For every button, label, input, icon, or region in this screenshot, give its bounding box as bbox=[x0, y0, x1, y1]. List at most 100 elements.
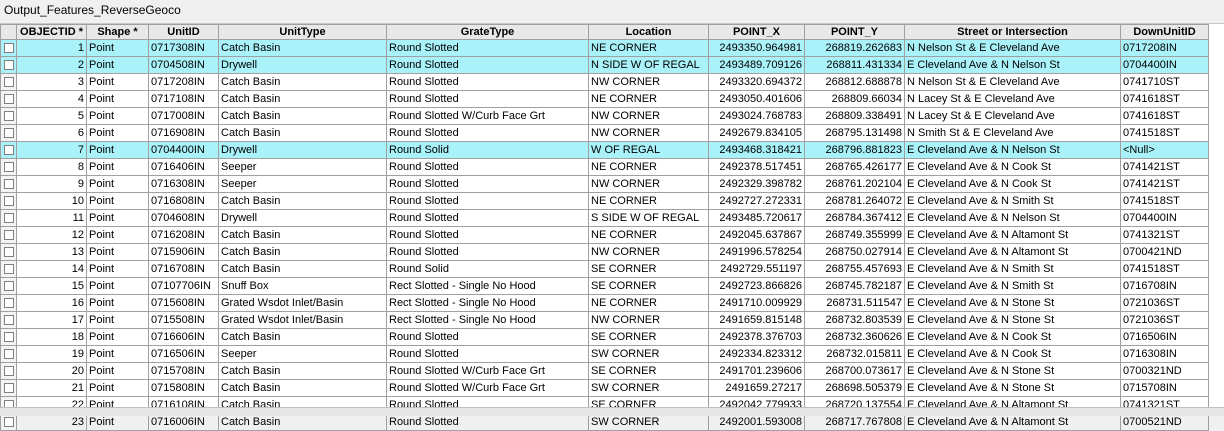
cell-objectid[interactable]: 19 bbox=[16, 345, 87, 363]
table-row[interactable]: 23 Point 0716006IN Catch Basin Round Slotted… bbox=[0, 413, 1209, 431]
cell-down-unitid[interactable]: <Null> bbox=[1120, 141, 1209, 159]
row-selector[interactable] bbox=[0, 311, 17, 329]
cell-objectid[interactable]: 7 bbox=[16, 141, 87, 159]
table-row[interactable]: 1 Point 0717308IN Catch Basin Round Slotted N… bbox=[0, 39, 1209, 57]
cell-point-x[interactable]: 2493350.964981 bbox=[708, 39, 805, 57]
cell-unitid[interactable]: 0716606IN bbox=[148, 328, 219, 346]
table-row[interactable]: 21 Point 0715808IN Catch Basin Round Slotted… bbox=[0, 379, 1209, 397]
cell-objectid[interactable]: 4 bbox=[16, 90, 87, 108]
cell-unitid[interactable]: 0715808IN bbox=[148, 379, 219, 397]
table-row[interactable]: 4 Point 0717108IN Catch Basin Round Slotted N… bbox=[0, 90, 1209, 108]
cell-objectid[interactable]: 23 bbox=[16, 413, 87, 431]
cell-gratetype[interactable]: Round Slotted bbox=[386, 56, 589, 74]
cell-street[interactable]: E Cleveland Ave & N Altamont St bbox=[904, 243, 1121, 261]
cell-unitid[interactable]: 0704400IN bbox=[148, 141, 219, 159]
cell-point-x[interactable]: 2492378.517451 bbox=[708, 158, 805, 176]
cell-point-y[interactable]: 268796.881823 bbox=[804, 141, 905, 159]
cell-shape[interactable]: Point bbox=[86, 379, 149, 397]
cell-point-y[interactable]: 268717.767808 bbox=[804, 413, 905, 431]
cell-shape[interactable]: Point bbox=[86, 56, 149, 74]
cell-location[interactable]: SE CORNER bbox=[588, 277, 709, 295]
cell-down-unitid[interactable]: 0704400IN bbox=[1120, 56, 1209, 74]
row-selector[interactable] bbox=[0, 56, 17, 74]
table-row[interactable]: 11 Point 0704608IN Drywell Round Slotted S SI… bbox=[0, 209, 1209, 227]
cell-gratetype[interactable]: Rect Slotted - Single No Hood bbox=[386, 311, 589, 329]
cell-gratetype[interactable]: Round Solid bbox=[386, 141, 589, 159]
row-selector[interactable] bbox=[0, 362, 17, 380]
cell-objectid[interactable]: 5 bbox=[16, 107, 87, 125]
cell-unitid[interactable]: 0715508IN bbox=[148, 311, 219, 329]
cell-objectid[interactable]: 3 bbox=[16, 73, 87, 91]
cell-down-unitid[interactable]: 0716308IN bbox=[1120, 345, 1209, 363]
row-selector-box[interactable] bbox=[3, 264, 14, 274]
cell-point-x[interactable]: 2492679.834105 bbox=[708, 124, 805, 142]
cell-shape[interactable]: Point bbox=[86, 277, 149, 295]
column-header[interactable]: UnitType bbox=[218, 24, 387, 40]
cell-shape[interactable]: Point bbox=[86, 413, 149, 431]
table-row[interactable]: 12 Point 0716208IN Catch Basin Round Slotted… bbox=[0, 226, 1209, 244]
table-row[interactable]: 8 Point 0716406IN Seeper Round Slotted NE COR… bbox=[0, 158, 1209, 176]
cell-location[interactable]: N SIDE W OF REGAL bbox=[588, 56, 709, 74]
cell-shape[interactable]: Point bbox=[86, 90, 149, 108]
cell-point-x[interactable]: 2493485.720617 bbox=[708, 209, 805, 227]
cell-unitid[interactable]: 0716308IN bbox=[148, 175, 219, 193]
row-selector-box[interactable] bbox=[3, 332, 14, 342]
cell-gratetype[interactable]: Round Solid bbox=[386, 260, 589, 278]
cell-street[interactable]: E Cleveland Ave & N Altamont St bbox=[904, 226, 1121, 244]
cell-shape[interactable]: Point bbox=[86, 107, 149, 125]
cell-unittype[interactable]: Seeper bbox=[218, 175, 387, 193]
cell-unittype[interactable]: Catch Basin bbox=[218, 107, 387, 125]
row-selector[interactable] bbox=[0, 39, 17, 57]
cell-down-unitid[interactable]: 0741421ST bbox=[1120, 158, 1209, 176]
cell-location[interactable]: NE CORNER bbox=[588, 39, 709, 57]
cell-location[interactable]: NW CORNER bbox=[588, 124, 709, 142]
column-header[interactable]: POINT_Y bbox=[804, 24, 905, 40]
cell-unitid[interactable]: 0715608IN bbox=[148, 294, 219, 312]
cell-point-y[interactable]: 268812.688878 bbox=[804, 73, 905, 91]
cell-point-x[interactable]: 2491710.009929 bbox=[708, 294, 805, 312]
table-row[interactable]: 6 Point 0716908IN Catch Basin Round Slotted N… bbox=[0, 124, 1209, 142]
cell-shape[interactable]: Point bbox=[86, 192, 149, 210]
row-selector-box[interactable] bbox=[3, 43, 14, 53]
cell-point-y[interactable]: 268809.66034 bbox=[804, 90, 905, 108]
row-selector-box[interactable] bbox=[3, 196, 14, 206]
row-selector[interactable] bbox=[0, 345, 17, 363]
row-selector-box[interactable] bbox=[3, 213, 14, 223]
table-row[interactable]: 18 Point 0716606IN Catch Basin Round Slotted… bbox=[0, 328, 1209, 346]
cell-point-y[interactable]: 268732.015811 bbox=[804, 345, 905, 363]
cell-gratetype[interactable]: Round Slotted bbox=[386, 192, 589, 210]
cell-unitid[interactable]: 07107706IN bbox=[148, 277, 219, 295]
row-selector[interactable] bbox=[0, 124, 17, 142]
table-row[interactable]: 5 Point 0717008IN Catch Basin Round Slotted … bbox=[0, 107, 1209, 125]
cell-down-unitid[interactable]: 0741421ST bbox=[1120, 175, 1209, 193]
cell-unittype[interactable]: Seeper bbox=[218, 158, 387, 176]
cell-unittype[interactable]: Drywell bbox=[218, 141, 387, 159]
cell-location[interactable]: SE CORNER bbox=[588, 362, 709, 380]
cell-unittype[interactable]: Catch Basin bbox=[218, 260, 387, 278]
row-selector[interactable] bbox=[0, 243, 17, 261]
cell-unitid[interactable]: 0716808IN bbox=[148, 192, 219, 210]
table-row[interactable]: 10 Point 0716808IN Catch Basin Round Slotted… bbox=[0, 192, 1209, 210]
cell-point-y[interactable]: 268795.131498 bbox=[804, 124, 905, 142]
cell-location[interactable]: NW CORNER bbox=[588, 175, 709, 193]
cell-down-unitid[interactable]: 0741518ST bbox=[1120, 260, 1209, 278]
cell-street[interactable]: N Nelson St & E Cleveland Ave bbox=[904, 39, 1121, 57]
cell-gratetype[interactable]: Round Slotted bbox=[386, 328, 589, 346]
cell-street[interactable]: E Cleveland Ave & N Nelson St bbox=[904, 56, 1121, 74]
row-selector[interactable] bbox=[0, 192, 17, 210]
row-selector[interactable] bbox=[0, 413, 17, 431]
cell-gratetype[interactable]: Round Slotted W/Curb Face Grt bbox=[386, 107, 589, 125]
cell-shape[interactable]: Point bbox=[86, 294, 149, 312]
table-row[interactable]: 14 Point 0716708IN Catch Basin Round Solid SE… bbox=[0, 260, 1209, 278]
cell-gratetype[interactable]: Round Slotted bbox=[386, 209, 589, 227]
cell-objectid[interactable]: 6 bbox=[16, 124, 87, 142]
cell-location[interactable]: W OF REGAL bbox=[588, 141, 709, 159]
cell-gratetype[interactable]: Round Slotted bbox=[386, 158, 589, 176]
cell-street[interactable]: N Nelson St & E Cleveland Ave bbox=[904, 73, 1121, 91]
cell-objectid[interactable]: 16 bbox=[16, 294, 87, 312]
row-selector-box[interactable] bbox=[3, 298, 14, 308]
cell-objectid[interactable]: 11 bbox=[16, 209, 87, 227]
cell-point-x[interactable]: 2491659.815148 bbox=[708, 311, 805, 329]
cell-objectid[interactable]: 18 bbox=[16, 328, 87, 346]
cell-objectid[interactable]: 17 bbox=[16, 311, 87, 329]
